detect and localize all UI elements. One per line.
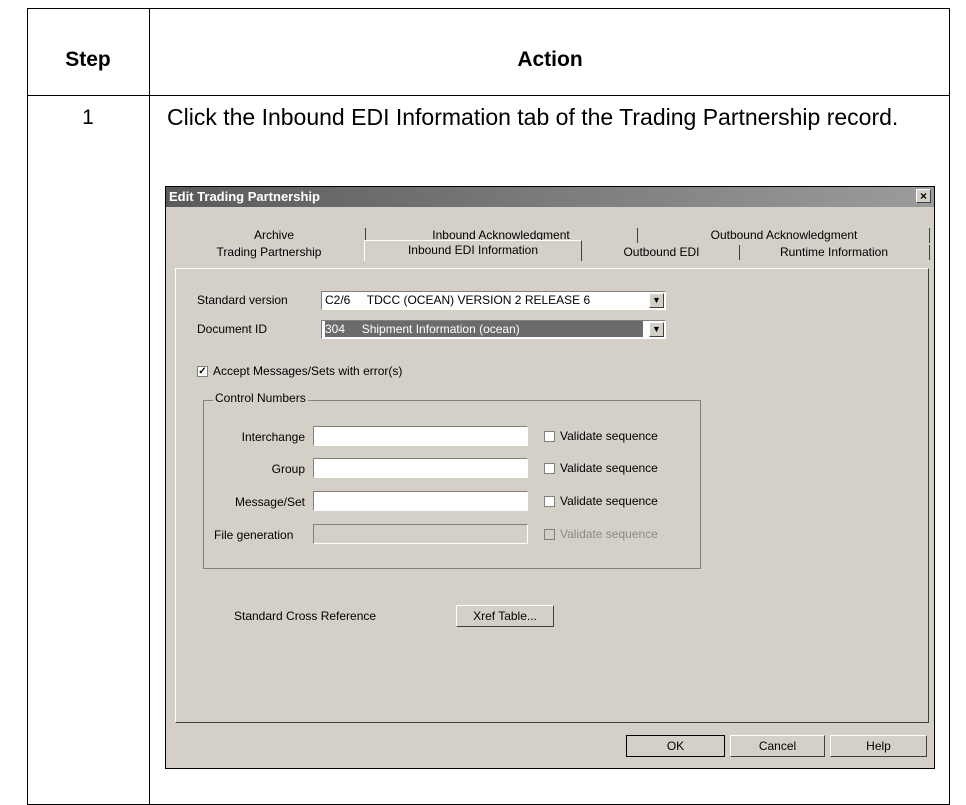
step-instruction: Click the Inbound EDI Information tab of… xyxy=(167,104,899,130)
tab-runtime-information-label: Runtime Information xyxy=(779,245,889,259)
xref-table-button[interactable]: Xref Table... xyxy=(456,605,554,627)
tab-outbound-acknowledgment[interactable]: Outbound Acknowledgment xyxy=(638,227,930,244)
group-validate-label: Validate sequence xyxy=(560,461,658,475)
edit-trading-partnership-dialog: Edit Trading Partnership × Archive Inbou… xyxy=(165,186,935,769)
standard-cross-reference-label: Standard Cross Reference xyxy=(234,609,377,623)
dialog-title: Edit Trading Partnership xyxy=(169,189,320,204)
tab-outbound-acknowledgment-label: Outbound Acknowledgment xyxy=(710,228,858,242)
tab-trading-partnership[interactable]: Trading Partnership xyxy=(174,244,364,261)
cancel-button[interactable]: Cancel xyxy=(730,735,825,757)
chevron-down-icon[interactable]: ▼ xyxy=(649,322,664,337)
file-generation-label: File generation xyxy=(214,528,294,542)
standard-version-label: Standard version xyxy=(197,293,288,307)
tab-outbound-edi[interactable]: Outbound EDI xyxy=(584,244,739,261)
tab-runtime-information[interactable]: Runtime Information xyxy=(740,244,928,261)
interchange-validate-label: Validate sequence xyxy=(560,429,658,443)
document-id-select[interactable]: 304 Shipment Information (ocean) ▼ xyxy=(321,320,666,339)
dialog-title-bar[interactable]: Edit Trading Partnership × xyxy=(166,187,934,207)
tab-inbound-edi-information-label: Inbound EDI Information xyxy=(407,243,539,257)
standard-version-value: C2/6 TDCC (OCEAN) VERSION 2 RELEASE 6 xyxy=(325,293,591,307)
group-validate-checkbox[interactable] xyxy=(544,463,555,474)
accept-messages-checkbox[interactable]: ✓ xyxy=(197,366,208,377)
file-generation-validate-label: Validate sequence xyxy=(560,527,658,541)
tab-inbound-edi-information[interactable]: Inbound EDI Information xyxy=(364,240,582,261)
tab-archive-label: Archive xyxy=(253,228,294,242)
tab-outbound-edi-label: Outbound EDI xyxy=(623,245,700,259)
standard-version-select[interactable]: C2/6 TDCC (OCEAN) VERSION 2 RELEASE 6 ▼ xyxy=(321,291,666,310)
file-generation-validate-checkbox xyxy=(544,529,555,540)
tab-separator xyxy=(929,245,930,260)
help-button[interactable]: Help xyxy=(830,735,927,757)
tab-trading-partnership-label: Trading Partnership xyxy=(216,245,322,259)
ok-button[interactable]: OK xyxy=(626,735,725,757)
message-set-validate-label: Validate sequence xyxy=(560,494,658,508)
close-icon: × xyxy=(919,189,927,203)
table-column-divider xyxy=(149,8,150,805)
group-label: Group xyxy=(271,462,305,476)
message-set-label: Message/Set xyxy=(234,495,305,509)
chevron-down-icon[interactable]: ▼ xyxy=(649,293,664,308)
message-set-input[interactable] xyxy=(313,491,528,511)
file-generation-input xyxy=(313,524,528,544)
step-column-header: Step xyxy=(65,48,111,71)
tab-separator xyxy=(929,228,930,243)
step-number: 1 xyxy=(82,106,94,129)
close-button[interactable]: × xyxy=(916,189,931,203)
interchange-label: Interchange xyxy=(241,430,305,444)
document-id-label: Document ID xyxy=(197,322,268,336)
table-row-divider xyxy=(27,95,950,96)
accept-messages-label: Accept Messages/Sets with error(s) xyxy=(213,364,403,378)
message-set-validate-checkbox[interactable] xyxy=(544,496,555,507)
control-numbers-legend: Control Numbers xyxy=(213,391,308,405)
document-id-value: 304 Shipment Information (ocean) xyxy=(325,321,643,337)
interchange-input[interactable] xyxy=(313,426,528,446)
interchange-validate-checkbox[interactable] xyxy=(544,431,555,442)
group-input[interactable] xyxy=(313,458,528,478)
tab-archive[interactable]: Archive xyxy=(184,227,364,244)
action-column-header: Action xyxy=(517,48,583,71)
